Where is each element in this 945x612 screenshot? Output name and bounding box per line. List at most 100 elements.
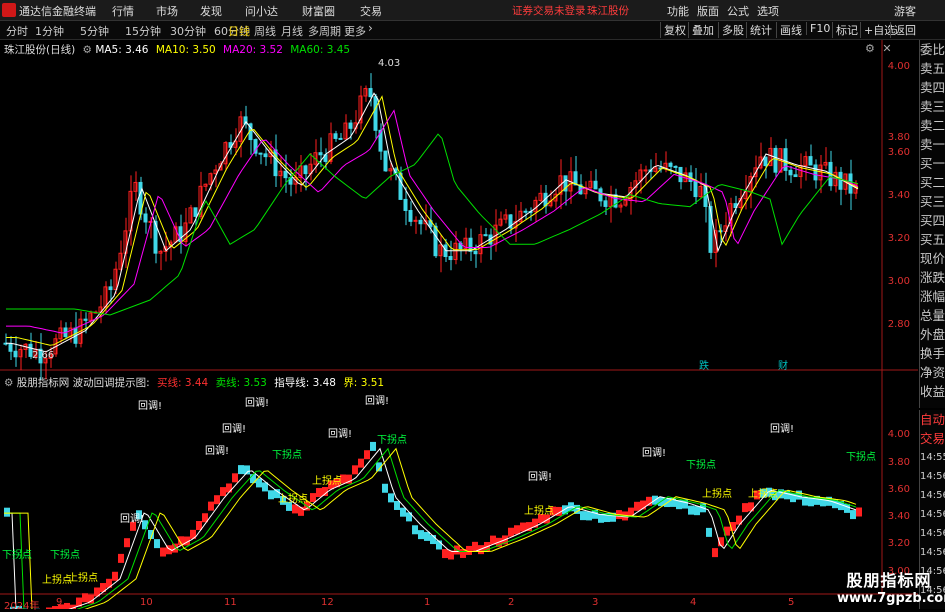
- back-button[interactable]: 返回: [890, 22, 919, 38]
- menu-item-hangqing[interactable]: 行情: [112, 3, 134, 19]
- side-label[interactable]: 买一: [920, 154, 945, 173]
- side-label[interactable]: 涨跌: [920, 268, 945, 287]
- signal-block: [184, 537, 190, 546]
- signal-block: [736, 516, 742, 525]
- side-label[interactable]: 卖二: [920, 116, 945, 135]
- candle-body: [839, 172, 842, 189]
- menu-item-shichang[interactable]: 市场: [156, 3, 178, 19]
- candle-body: [389, 169, 392, 171]
- tick-time: 14:56: [920, 524, 945, 543]
- f10-button[interactable]: F10: [806, 22, 833, 35]
- tab-fenshi[interactable]: 分时: [6, 23, 28, 39]
- signal-block: [82, 593, 88, 602]
- menu-item-gongshi[interactable]: 公式: [727, 3, 749, 19]
- candle-body: [199, 186, 202, 216]
- signal-block: [94, 587, 100, 596]
- x-tick: 4: [690, 597, 696, 608]
- signal-block: [436, 540, 442, 549]
- mark-button[interactable]: 标记: [832, 22, 861, 38]
- candle-body: [194, 208, 197, 217]
- side-label[interactable]: 换手: [920, 344, 945, 363]
- settings-icon[interactable]: ⚙: [865, 42, 875, 55]
- menu-item-guest[interactable]: 游客: [894, 3, 916, 19]
- candle-body: [359, 96, 362, 123]
- chevron-right-icon[interactable]: ›: [368, 21, 373, 35]
- ma5-line: [6, 93, 858, 352]
- tab-weekly[interactable]: 周线: [254, 23, 276, 39]
- signal-block: [412, 525, 418, 534]
- side-label[interactable]: 卖一: [920, 135, 945, 154]
- fuquan-button[interactable]: 复权: [660, 22, 689, 38]
- boundary-label: 界: 3.51: [343, 377, 384, 389]
- candle-body: [294, 178, 297, 185]
- trade-button[interactable]: 交易: [920, 429, 945, 448]
- side-label[interactable]: 买二: [920, 173, 945, 192]
- tab-30min[interactable]: 30分钟: [170, 23, 206, 39]
- kline-chart[interactable]: 回调!回调!回调!回调!回调!回调!回调!回调!回调!回调!下拐点下拐点下拐点下…: [0, 0, 945, 609]
- candle-body: [804, 157, 807, 166]
- signal-block: [688, 506, 694, 515]
- settings-gear-icon[interactable]: ⚙: [83, 44, 92, 56]
- stats-button[interactable]: 统计: [746, 22, 775, 38]
- candle-body: [824, 162, 827, 165]
- login-warning[interactable]: 证券交易未登录: [512, 3, 586, 18]
- candle-body: [134, 182, 137, 191]
- candle-body: [404, 199, 407, 210]
- signal-block: [190, 530, 196, 539]
- close-icon[interactable]: ✕: [882, 42, 891, 55]
- menu-item-gongneng[interactable]: 功能: [667, 3, 689, 19]
- event-marker[interactable]: 跌: [699, 357, 709, 372]
- menu-item-xuanxiang[interactable]: 选项: [757, 3, 779, 19]
- side-label[interactable]: 卖四: [920, 78, 945, 97]
- sub-gear-icon[interactable]: ⚙: [4, 377, 13, 389]
- tab-5min[interactable]: 5分钟: [80, 23, 109, 39]
- menu-item-caifuquan[interactable]: 财富圈: [302, 3, 335, 19]
- auto-trade-button[interactable]: 自动: [920, 410, 945, 429]
- side-label[interactable]: 现价: [920, 249, 945, 268]
- side-label[interactable]: 卖五: [920, 59, 945, 78]
- y-tick: 2.80: [888, 319, 910, 330]
- tab-more[interactable]: 更多: [344, 23, 366, 39]
- multi-stock-button[interactable]: 多股: [718, 22, 747, 38]
- signal-block: [202, 513, 208, 522]
- tab-daily[interactable]: 日线: [228, 23, 250, 39]
- signal-block: [442, 549, 448, 558]
- y-tick: 3.40: [888, 190, 910, 201]
- side-label[interactable]: 总量: [920, 306, 945, 325]
- candle-body: [799, 165, 802, 176]
- candle-body: [704, 186, 707, 206]
- candle-body: [774, 148, 777, 172]
- sub-y-tick: 3.80: [888, 457, 910, 468]
- menu-item-banmian[interactable]: 版面: [697, 3, 719, 19]
- side-label[interactable]: 买四: [920, 211, 945, 230]
- candle-body: [479, 235, 482, 254]
- side-label[interactable]: 买五: [920, 230, 945, 249]
- side-label[interactable]: 买三: [920, 192, 945, 211]
- menu-item-faxian[interactable]: 发现: [200, 3, 222, 19]
- tab-monthly[interactable]: 月线: [281, 23, 303, 39]
- side-label[interactable]: 卖三: [920, 97, 945, 116]
- side-label[interactable]: 外盘: [920, 325, 945, 344]
- menu-item-wenxiaoda[interactable]: 问小达: [245, 3, 278, 19]
- tab-15min[interactable]: 15分钟: [125, 23, 161, 39]
- candle-body: [634, 181, 637, 188]
- side-label[interactable]: 涨幅: [920, 287, 945, 306]
- event-marker[interactable]: 财: [778, 357, 788, 372]
- signal-block: [544, 515, 550, 524]
- side-label[interactable]: 委比: [920, 40, 945, 59]
- candle-body: [674, 166, 677, 167]
- tab-multi-period[interactable]: 多周期: [308, 23, 341, 39]
- candle-body: [654, 168, 657, 171]
- signal-block: [838, 501, 844, 510]
- sub-y-tick: 4.00: [888, 429, 910, 440]
- overlay-button[interactable]: 叠加: [688, 22, 717, 38]
- candle-body: [564, 176, 567, 191]
- huitiao-label: 回调!: [222, 423, 246, 435]
- side-label[interactable]: 净资: [920, 363, 945, 382]
- side-label[interactable]: 收益: [920, 382, 945, 401]
- candle-body: [589, 181, 592, 187]
- draw-line-button[interactable]: 画线: [776, 22, 805, 38]
- tab-1min[interactable]: 1分钟: [35, 23, 64, 39]
- signal-block: [808, 497, 814, 506]
- menu-item-jiaoyi[interactable]: 交易: [360, 3, 382, 19]
